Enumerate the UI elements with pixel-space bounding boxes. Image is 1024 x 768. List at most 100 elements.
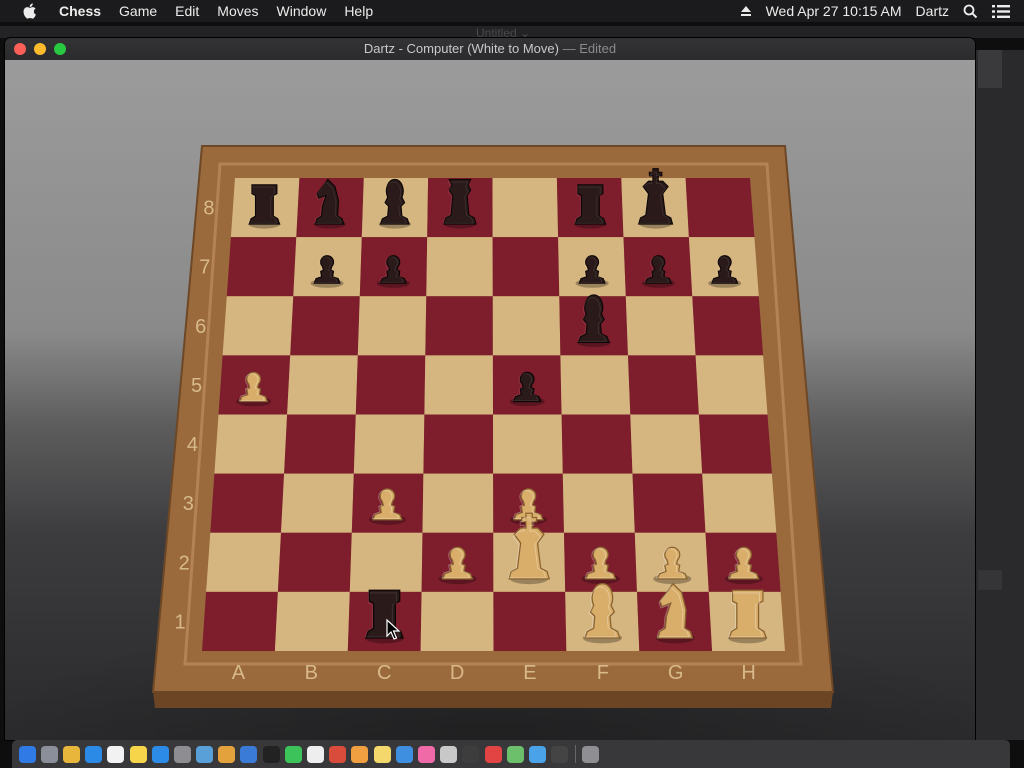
- board-square-c5[interactable]: [355, 355, 426, 415]
- rank-label: 3: [183, 493, 194, 515]
- board-square-c4[interactable]: [353, 414, 425, 474]
- facetime-icon[interactable]: [284, 745, 302, 763]
- board-square-g4[interactable]: [630, 414, 703, 474]
- menu-help[interactable]: Help: [335, 0, 382, 22]
- spotlight-search-icon[interactable]: [963, 4, 978, 19]
- rank-label: 8: [203, 198, 214, 220]
- window-title-text: Dartz - Computer (White to Move): [363, 41, 559, 56]
- board-frame-edge: [153, 692, 833, 708]
- file-label: E: [523, 662, 536, 684]
- notes-icon[interactable]: [129, 745, 147, 763]
- maps-icon[interactable]: [506, 745, 524, 763]
- board-square-e7[interactable]: [492, 237, 560, 297]
- board-square-c2[interactable]: [349, 532, 423, 592]
- menu-window[interactable]: Window: [268, 0, 336, 22]
- board-square-d1[interactable]: [420, 591, 494, 651]
- board-square-d3[interactable]: [422, 473, 494, 533]
- console-icon[interactable]: [551, 745, 569, 763]
- dock-separator: [574, 745, 576, 763]
- xcode-icon[interactable]: [240, 745, 258, 763]
- preview-icon[interactable]: [196, 745, 214, 763]
- chess-window: Dartz - Computer (White to Move) — Edite…: [5, 38, 975, 740]
- board-scene: A B C D E F G H 8 7 6 5 4 3 2 1: [5, 60, 975, 740]
- rank-label: 2: [179, 552, 190, 574]
- file-label: C: [377, 662, 391, 684]
- board-square-d5[interactable]: [424, 355, 493, 415]
- board-square-b2[interactable]: [277, 532, 352, 592]
- board-square-f3[interactable]: [562, 473, 635, 533]
- board-square-b5[interactable]: [287, 355, 358, 415]
- board-square-b4[interactable]: [284, 414, 356, 474]
- board-square-e4[interactable]: [493, 414, 563, 474]
- board-square-e8[interactable]: [492, 178, 559, 238]
- board-square-h4[interactable]: [698, 414, 772, 474]
- menu-bar: Chess Game Edit Moves Window Help Wed Ap…: [0, 0, 1024, 22]
- finder-icon[interactable]: [18, 745, 36, 763]
- board-square-e6[interactable]: [492, 296, 561, 356]
- trash-icon[interactable]: [582, 745, 600, 763]
- rank-label: 4: [187, 434, 198, 456]
- menu-chess[interactable]: Chess: [50, 0, 110, 22]
- eject-icon[interactable]: [740, 5, 752, 17]
- window-edited-status: — Edited: [562, 41, 617, 56]
- board-square-h3[interactable]: [702, 473, 777, 533]
- itunes-icon[interactable]: [417, 745, 435, 763]
- board-square-c6[interactable]: [357, 296, 427, 356]
- activity-monitor-icon[interactable]: [462, 745, 480, 763]
- board-square-h8[interactable]: [685, 178, 755, 238]
- board-square-a2[interactable]: [206, 532, 281, 592]
- board-square-d7[interactable]: [426, 237, 493, 297]
- terminal-icon[interactable]: [262, 745, 280, 763]
- board-square-e1[interactable]: [493, 591, 567, 651]
- board-square-a1[interactable]: [202, 591, 278, 651]
- apple-menu-icon[interactable]: [20, 2, 38, 20]
- board-square-g3[interactable]: [632, 473, 706, 533]
- chrome-icon[interactable]: [62, 745, 80, 763]
- no-entry-icon[interactable]: [484, 745, 502, 763]
- file-label: H: [741, 662, 755, 684]
- board-square-b6[interactable]: [290, 296, 360, 356]
- folder-icon[interactable]: [528, 745, 546, 763]
- window-titlebar[interactable]: Dartz - Computer (White to Move) — Edite…: [5, 38, 975, 61]
- chess-board[interactable]: A B C D E F G H 8 7 6 5 4 3 2 1: [5, 60, 975, 740]
- board-square-a4[interactable]: [214, 414, 288, 474]
- board-square-d4[interactable]: [423, 414, 494, 474]
- board-square-a7[interactable]: [226, 237, 297, 297]
- photos-icon[interactable]: [351, 745, 369, 763]
- board-square-b3[interactable]: [281, 473, 354, 533]
- notification-center-icon[interactable]: [992, 4, 1010, 18]
- chess-icon[interactable]: [440, 745, 458, 763]
- board-square-f4[interactable]: [561, 414, 633, 474]
- board-square-d6[interactable]: [425, 296, 493, 356]
- file-label: A: [232, 662, 246, 684]
- menu-user[interactable]: Dartz: [916, 3, 949, 19]
- menu-moves[interactable]: Moves: [208, 0, 267, 22]
- window-title: Dartz - Computer (White to Move) — Edite…: [5, 38, 975, 60]
- menu-clock[interactable]: Wed Apr 27 10:15 AM: [766, 3, 902, 19]
- menu-game[interactable]: Game: [110, 0, 166, 22]
- keynote-icon[interactable]: [395, 745, 413, 763]
- photobooth-icon[interactable]: [329, 745, 347, 763]
- ibooks-icon[interactable]: [218, 745, 236, 763]
- file-label: F: [597, 662, 609, 684]
- board-square-g6[interactable]: [625, 296, 696, 356]
- rank-label: 7: [199, 257, 210, 279]
- board-square-h6[interactable]: [692, 296, 764, 356]
- rank-label: 1: [175, 611, 186, 633]
- board-square-h5[interactable]: [695, 355, 768, 415]
- calendar-icon[interactable]: [107, 745, 125, 763]
- system-preferences-icon[interactable]: [173, 745, 191, 763]
- stickies-icon[interactable]: [373, 745, 391, 763]
- file-label: G: [668, 662, 684, 684]
- board-square-a3[interactable]: [210, 473, 285, 533]
- texteditor-icon[interactable]: [307, 745, 325, 763]
- app-store-icon[interactable]: [151, 745, 169, 763]
- board-square-g5[interactable]: [628, 355, 699, 415]
- safari-icon[interactable]: [85, 745, 103, 763]
- background-window-edge[interactable]: [975, 50, 1024, 740]
- menu-edit[interactable]: Edit: [166, 0, 208, 22]
- board-square-a6[interactable]: [222, 296, 294, 356]
- board-square-f5[interactable]: [560, 355, 631, 415]
- launchpad-icon[interactable]: [40, 745, 58, 763]
- board-square-b1[interactable]: [274, 591, 350, 651]
